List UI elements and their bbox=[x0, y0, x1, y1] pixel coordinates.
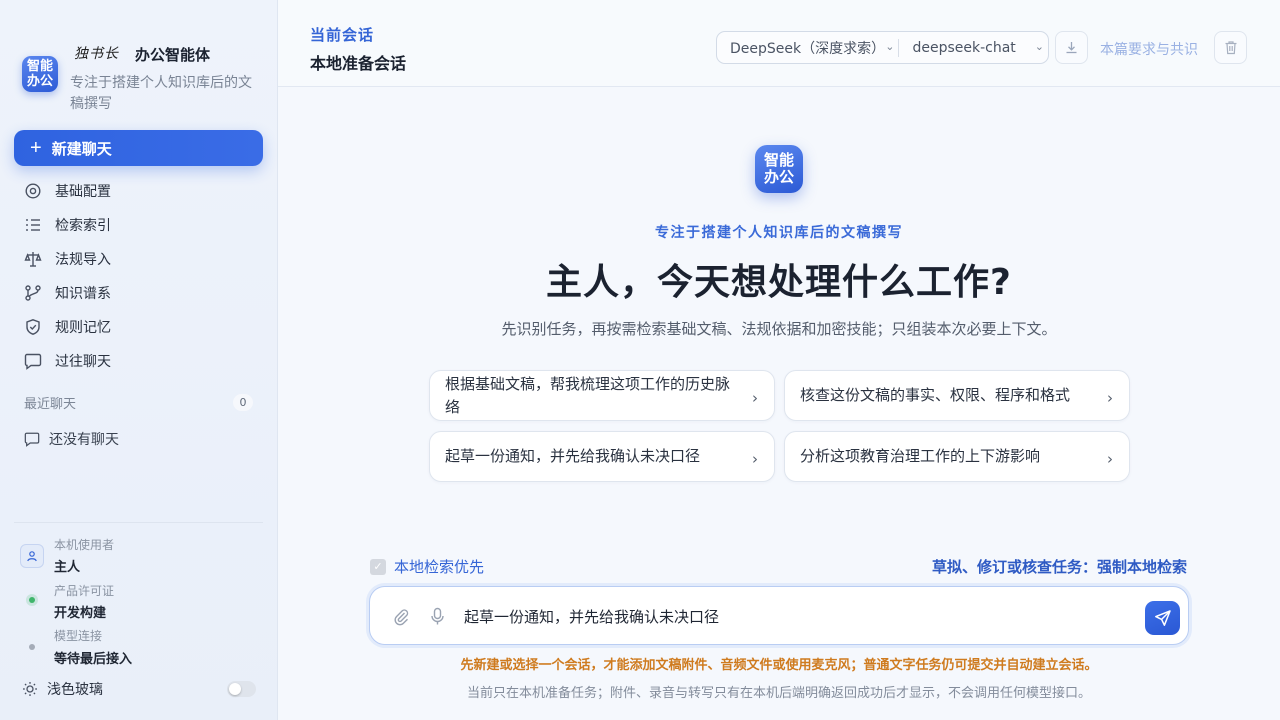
theme-toggle-row: 浅色玻璃 bbox=[22, 678, 258, 700]
requirements-link[interactable]: 本篇要求与共识 bbox=[1100, 39, 1198, 59]
user-label: 本机使用者 bbox=[54, 538, 115, 552]
suggestion-text: 分析这项教育治理工作的上下游影响 bbox=[800, 447, 1041, 465]
chat-icon bbox=[24, 432, 40, 447]
brand-logo: 智能 办公 bbox=[22, 56, 58, 92]
suggestion-text: 根据基础文稿，帮我梳理这项工作的历史脉络 bbox=[445, 374, 731, 416]
sidebar-divider bbox=[14, 522, 263, 523]
hero-title: 主人，今天想处理什么工作? bbox=[546, 262, 1012, 303]
empty-chat-label: 还没有聊天 bbox=[49, 432, 119, 448]
brand-signature: 独书长 bbox=[74, 46, 119, 62]
nav-label: 知识谱系 bbox=[55, 286, 111, 302]
suggestion-card[interactable]: 根据基础文稿，帮我梳理这项工作的历史脉络 › bbox=[429, 370, 775, 421]
microphone-icon bbox=[431, 607, 444, 625]
download-button[interactable] bbox=[1055, 31, 1088, 64]
nav-label: 过往聊天 bbox=[55, 354, 111, 370]
attach-button[interactable] bbox=[392, 607, 410, 630]
user-value: 主人 bbox=[54, 560, 81, 575]
trash-icon bbox=[1225, 41, 1236, 55]
chevron-right-icon: › bbox=[1107, 450, 1113, 468]
suggestion-text: 起草一份通知，并先给我确认未决口径 bbox=[445, 447, 701, 465]
chevron-down-icon: ⌄ bbox=[1034, 40, 1045, 53]
hero-subtitle: 专注于搭建个人知识库后的文稿撰写 bbox=[655, 225, 903, 241]
delete-button[interactable] bbox=[1214, 31, 1247, 64]
model-label: 模型连接 bbox=[54, 629, 103, 643]
plus-icon: + bbox=[30, 137, 42, 159]
hero-logo: 智能 办公 bbox=[755, 145, 803, 193]
hero-description: 先识别任务，再按需检索基础文稿、法规依据和加密技能；只组装本次必要上下文。 bbox=[501, 320, 1057, 338]
license-status-dot bbox=[29, 597, 35, 603]
sun-icon bbox=[23, 682, 37, 696]
branch-icon bbox=[25, 285, 41, 301]
suggestion-card[interactable]: 起草一份通知，并先给我确认未决口径 › bbox=[429, 431, 775, 482]
hero-logo-text: 智能 办公 bbox=[763, 151, 794, 186]
provider-select[interactable]: DeepSeek（深度求索） ⌄ bbox=[717, 31, 898, 64]
brand-name: 办公智能体 bbox=[135, 46, 211, 64]
sidebar: 智能 办公 独书长 办公智能体 专注于搭建个人知识库后的文稿撰写 + 新建聊天 … bbox=[0, 0, 278, 720]
brand-description: 专注于搭建个人知识库后的文稿撰写 bbox=[70, 75, 252, 112]
suggestion-text: 核查这份文稿的事实、权限、程序和格式 bbox=[800, 386, 1071, 404]
new-chat-label: 新建聊天 bbox=[51, 140, 112, 158]
chevron-right-icon: › bbox=[752, 389, 758, 407]
checkbox-icon: ✓ bbox=[370, 558, 386, 575]
nav-item-law-import[interactable]: 法规导入 bbox=[24, 247, 254, 271]
composer-warning: 先新建或选择一个会话，才能添加文稿附件、音频文件或使用麦克风；普通文字任务仍可提… bbox=[460, 658, 1098, 673]
nav-item-basic-config[interactable]: 基础配置 bbox=[24, 179, 254, 203]
chevron-right-icon: › bbox=[752, 450, 758, 468]
suggestion-card[interactable]: 核查这份文稿的事实、权限、程序和格式 › bbox=[784, 370, 1130, 421]
license-value: 开发构建 bbox=[54, 606, 107, 621]
shield-icon bbox=[26, 319, 40, 335]
download-icon bbox=[1066, 42, 1077, 54]
theme-toggle[interactable] bbox=[227, 681, 256, 697]
force-local-search-link[interactable]: 草拟、修订或核查任务：强制本地检索 bbox=[932, 556, 1187, 577]
license-label: 产品许可证 bbox=[54, 584, 115, 598]
top-bar: 当前会话 本地准备会话 DeepSeek（深度求索） ⌄ deepseek-ch… bbox=[278, 0, 1280, 87]
nav-label: 检索索引 bbox=[55, 218, 111, 234]
suggestion-card[interactable]: 分析这项教育治理工作的上下游影响 › bbox=[784, 431, 1130, 482]
theme-label: 浅色玻璃 bbox=[47, 682, 103, 698]
current-conversation-label: 当前会话 bbox=[310, 26, 375, 44]
nav-item-past-chats[interactable]: 过往聊天 bbox=[24, 349, 254, 373]
model-value: 等待最后接入 bbox=[54, 652, 133, 667]
list-icon bbox=[26, 219, 40, 231]
chevron-right-icon: › bbox=[1107, 389, 1113, 407]
nav-item-search-index[interactable]: 检索索引 bbox=[24, 213, 254, 237]
brand: 智能 办公 独书长 办公智能体 专注于搭建个人知识库后的文稿撰写 bbox=[20, 42, 270, 118]
model-status-dot bbox=[29, 644, 35, 650]
new-chat-button[interactable]: + 新建聊天 bbox=[14, 130, 263, 166]
empty-chat-item: 还没有聊天 bbox=[24, 429, 119, 449]
nav-item-rule-memory[interactable]: 规则记忆 bbox=[24, 315, 254, 339]
message-input[interactable]: 起草一份通知，并先给我确认未决口径 bbox=[464, 606, 719, 627]
gear-icon bbox=[25, 183, 41, 199]
model-select[interactable]: deepseek-chat ⌄ bbox=[899, 31, 1048, 64]
user-icon bbox=[20, 544, 44, 568]
brand-logo-text: 智能 办公 bbox=[26, 59, 53, 89]
provider-value: DeepSeek（深度求索） bbox=[730, 40, 880, 57]
local-search-first-checkbox[interactable]: ✓ 本地检索优先 bbox=[370, 556, 484, 577]
recent-count-badge: 0 bbox=[233, 394, 253, 411]
send-button[interactable] bbox=[1145, 601, 1180, 635]
nav-label: 规则记忆 bbox=[55, 320, 111, 336]
nav-label: 基础配置 bbox=[55, 184, 111, 200]
paperclip-icon bbox=[394, 609, 409, 626]
send-icon bbox=[1154, 610, 1171, 626]
toggle-knob bbox=[229, 683, 241, 695]
local-search-first-label: 本地检索优先 bbox=[394, 558, 485, 576]
nav-label: 法规导入 bbox=[55, 252, 111, 268]
composer-footnote: 当前只在本机准备任务；附件、录音与转写只有在本机后端明确返回成功后才显示，不会调… bbox=[466, 686, 1091, 701]
scale-icon bbox=[24, 252, 42, 267]
main-area: 当前会话 本地准备会话 DeepSeek（深度求索） ⌄ deepseek-ch… bbox=[278, 0, 1280, 720]
model-selector: DeepSeek（深度求索） ⌄ deepseek-chat ⌄ bbox=[716, 31, 1049, 64]
microphone-button[interactable] bbox=[430, 607, 445, 630]
composer: 起草一份通知，并先给我确认未决口径 bbox=[369, 586, 1189, 645]
chat-icon bbox=[24, 353, 42, 370]
model-value: deepseek-chat bbox=[912, 39, 1016, 56]
chevron-down-icon: ⌄ bbox=[885, 40, 895, 53]
nav-item-knowledge-graph[interactable]: 知识谱系 bbox=[24, 281, 254, 305]
recent-chats-label: 最近聊天 bbox=[24, 397, 77, 412]
conversation-title: 本地准备会话 bbox=[310, 54, 407, 73]
